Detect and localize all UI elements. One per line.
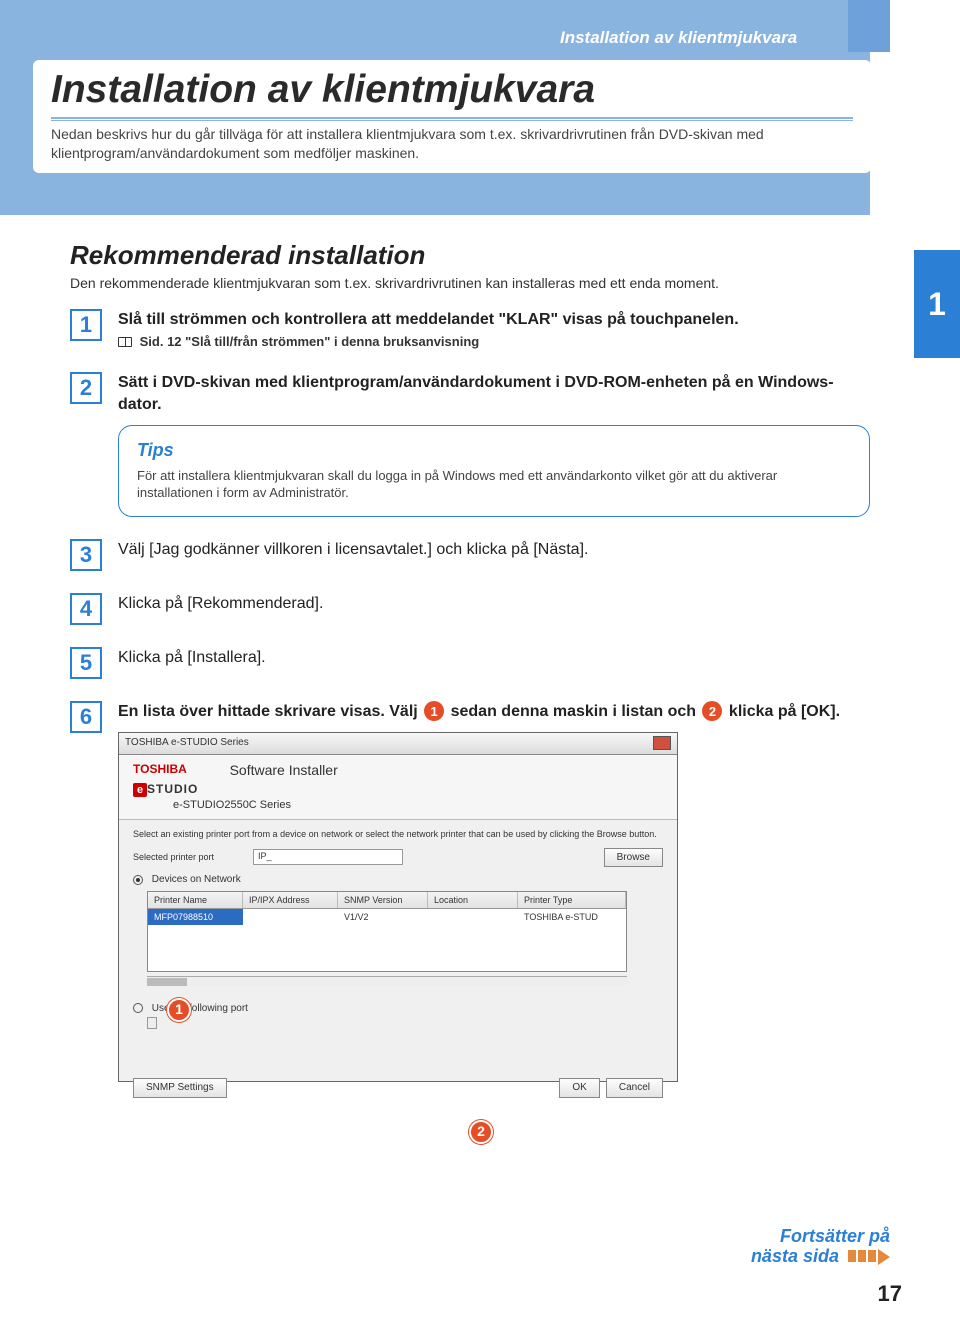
selected-port-value[interactable]: IP_ [253,849,403,865]
installer-subtitle: e-STUDIO2550C Series [173,798,663,813]
running-header: Installation av klientmjukvara [560,28,797,48]
estudio-text: STUDIO [147,782,198,796]
page-title: Installation av klientmjukvara [51,68,853,114]
continue-dots-icon [848,1247,878,1267]
estudio-e-icon: e [133,783,147,797]
step-text: Klicka på [Rekommenderad]. [118,593,870,615]
step-number: 4 [70,593,102,625]
step-3: 3 Välj [Jag godkänner villkoren i licens… [70,539,870,571]
dialog-description: Select an existing printer port from a d… [133,828,663,840]
col-printer-name: Printer Name [148,892,243,908]
cancel-button[interactable]: Cancel [606,1078,663,1098]
continue-note: Fortsätter på nästa sida [751,1227,890,1267]
dialog-header: TOSHIBA Software Installer eSTUDIO e-STU… [119,755,677,819]
chapter-tab: 1 [914,250,960,358]
radio-devices-network[interactable] [133,875,143,885]
inline-callout-1: 1 [424,701,444,721]
installer-dialog: TOSHIBA e-STUDIO Series TOSHIBA Software… [118,732,678,1082]
continue-line2: nästa sida [751,1246,839,1266]
step-5: 5 Klicka på [Installera]. [70,647,870,679]
step-text-post: klicka på [OK]. [729,703,840,720]
callout-badge-1: 1 [167,998,191,1022]
dialog-footer: SNMP Settings OK Cancel [133,1078,663,1098]
dialog-body: Select an existing printer port from a d… [119,820,677,1106]
page-intro: Nedan beskrivs hur du går tillväga för a… [51,125,853,173]
inline-callout-2: 2 [702,701,722,721]
page-number: 17 [878,1281,902,1307]
step-4: 4 Klicka på [Rekommenderad]. [70,593,870,625]
step-1: 1 Slå till strömmen och kontrollera att … [70,309,870,350]
cell-ip [243,909,338,925]
tips-box: Tips För att installera klientmjukvaran … [118,425,870,516]
col-ip: IP/IPX Address [243,892,338,908]
table-header: Printer Name IP/IPX Address SNMP Version… [148,892,626,909]
col-snmp: SNMP Version [338,892,428,908]
step-text: En lista över hittade skrivare visas. Vä… [118,701,870,723]
section-intro: Den rekommenderade klientmjukvaran som t… [70,275,870,291]
dialog-titlebar: TOSHIBA e-STUDIO Series [119,733,677,755]
radio-devices-network-label: Devices on Network [152,874,241,885]
continue-line1: Fortsätter på [780,1226,890,1246]
header-corner-tab [848,0,890,52]
ok-button[interactable]: OK [559,1078,599,1098]
step-number: 6 [70,701,102,733]
step-number: 2 [70,372,102,404]
port-input[interactable] [147,1017,157,1029]
brand-label: TOSHIBA [133,762,187,776]
selected-port-label: Selected printer port [133,851,253,863]
callout-badge-2: 2 [469,1120,493,1144]
step-number: 3 [70,539,102,571]
printer-table: Printer Name IP/IPX Address SNMP Version… [147,891,627,972]
cell-snmp: V1/V2 [338,909,428,925]
step-text: Klicka på [Installera]. [118,647,870,669]
step-reference-text: Sid. 12 "Slå till/från strömmen" i denna… [140,334,480,349]
main-content: Rekommenderad installation Den rekommend… [70,240,870,1088]
tips-title: Tips [137,438,851,462]
estudio-logo: eSTUDIO [133,781,198,798]
cell-type: TOSHIBA e-STUD [518,909,604,925]
step-text-pre: En lista över hittade skrivare visas. Vä… [118,703,422,720]
browse-button[interactable]: Browse [604,848,663,868]
step-text: Välj [Jag godkänner villkoren i licensav… [118,539,870,561]
col-type: Printer Type [518,892,626,908]
snmp-settings-button[interactable]: SNMP Settings [133,1078,227,1098]
title-separator [51,117,853,121]
dialog-window-title: TOSHIBA e-STUDIO Series [125,736,249,751]
step-text-mid: sedan denna maskin i listan och [451,703,701,720]
step-text: Slå till strömmen och kontrollera att me… [118,309,870,331]
step-number: 5 [70,647,102,679]
scrollbar[interactable] [147,976,627,986]
tips-text: För att installera klientmjukvaran skall… [137,467,851,502]
step-text: Sätt i DVD-skivan med klientprogram/anvä… [118,372,870,415]
col-location: Location [428,892,518,908]
table-row[interactable]: MFP07988510 V1/V2 TOSHIBA e-STUD [148,909,626,925]
section-heading: Rekommenderad installation [70,240,870,271]
continue-arrow-icon [878,1249,890,1265]
installer-title: Software Installer [230,761,338,780]
step-2: 2 Sätt i DVD-skivan med klientprogram/an… [70,372,870,517]
cell-name: MFP07988510 [148,909,243,925]
book-icon [118,337,132,347]
cell-loc [428,909,518,925]
radio-following-port[interactable] [133,1003,143,1013]
step-reference: Sid. 12 "Slå till/från strömmen" i denna… [118,333,870,351]
close-icon[interactable] [653,736,671,750]
title-box: Installation av klientmjukvara Nedan bes… [33,60,871,173]
step-number: 1 [70,309,102,341]
step-6: 6 En lista över hittade skrivare visas. … [70,701,870,1083]
